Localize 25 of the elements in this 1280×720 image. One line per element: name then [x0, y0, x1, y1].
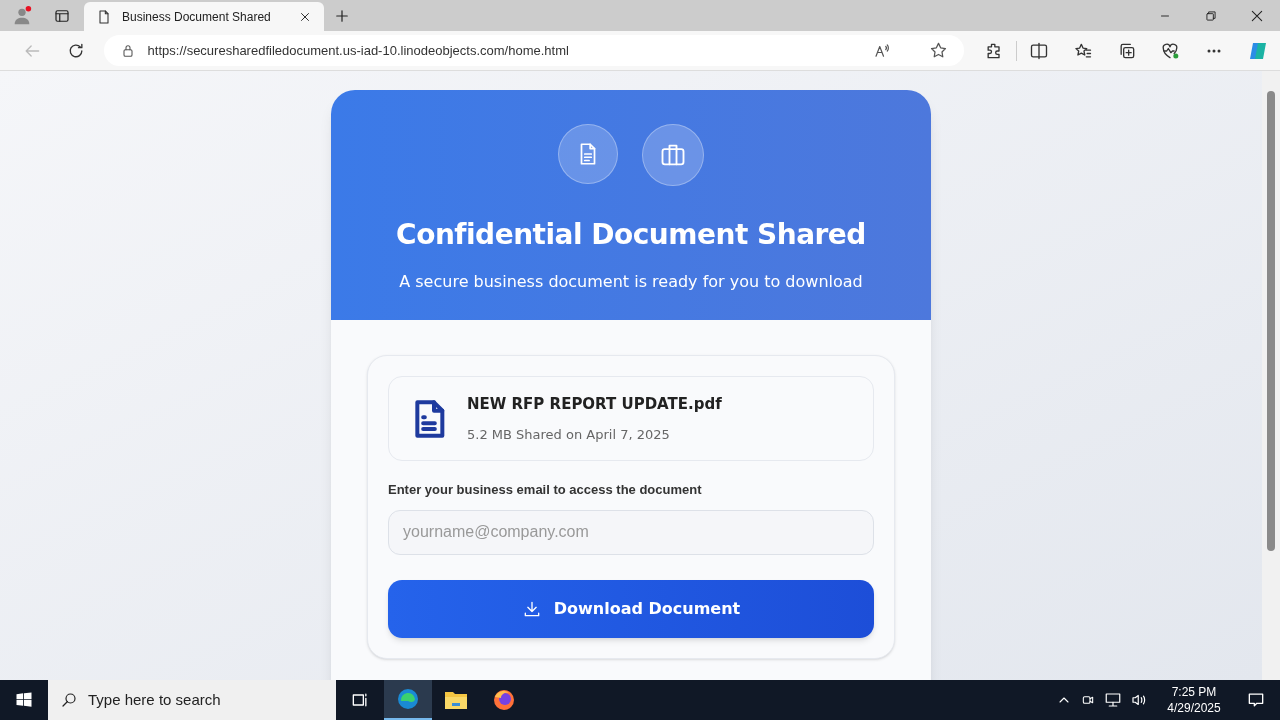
- page-subtitle: A secure business document is ready for you to download: [399, 271, 863, 293]
- restore-icon[interactable]: [1204, 8, 1218, 23]
- windows-start-icon[interactable]: [14, 690, 34, 710]
- url-text: https://securesharedfiledocument.us-iad-10.linodeobjects.com/home.html: [147, 41, 570, 60]
- star-icon[interactable]: [929, 41, 949, 60]
- clock[interactable]: 7:25 PM 4/29/2025: [1156, 684, 1232, 716]
- email-field[interactable]: yourname@company.com: [388, 509, 874, 555]
- file-details: 5.2 MB Shared on April 7, 2025: [467, 426, 671, 444]
- folder-icon[interactable]: [444, 689, 468, 711]
- browser-tab[interactable]: Business Document Shared: [84, 2, 324, 31]
- page-title: Confidential Document Shared: [396, 217, 866, 253]
- split-screen-icon[interactable]: [1028, 40, 1049, 61]
- edge-taskbar-icon[interactable]: [384, 680, 432, 720]
- firefox-icon[interactable]: [492, 688, 516, 712]
- email-label: Enter your business email to access the document: [388, 481, 703, 499]
- read-aloud-icon[interactable]: [873, 41, 892, 60]
- search-icon: [60, 691, 78, 709]
- tab-title: Business Document Shared: [122, 8, 272, 26]
- file-name: NEW RFP REPORT UPDATE.pdf: [467, 393, 722, 415]
- network-icon[interactable]: [1104, 691, 1122, 709]
- address-field[interactable]: https://securesharedfiledocument.us-iad-10.linodeobjects.com/home.html: [103, 35, 965, 66]
- page-icon: [96, 8, 112, 25]
- download-button[interactable]: Download Document: [388, 579, 874, 638]
- scrollbar[interactable]: [1262, 71, 1280, 680]
- taskbar-search-field[interactable]: Type here to search: [48, 680, 336, 720]
